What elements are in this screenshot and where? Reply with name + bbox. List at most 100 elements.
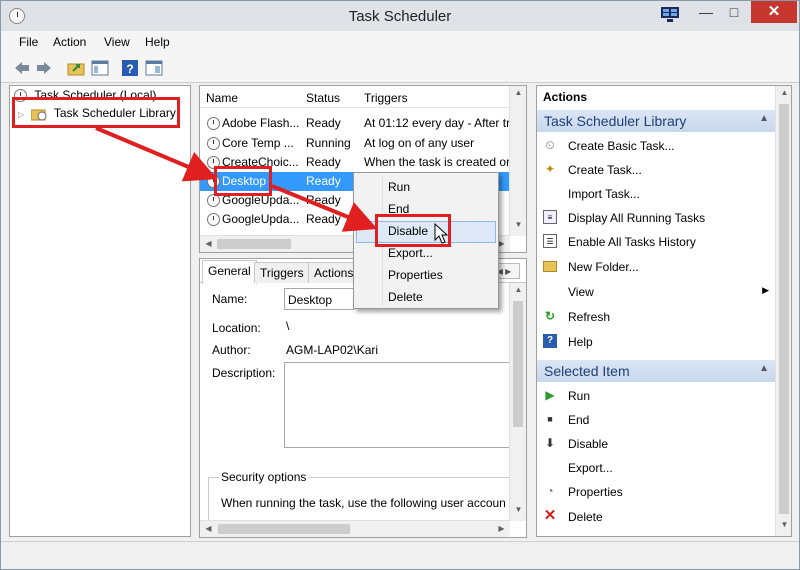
history-icon: ☰ [543, 234, 557, 248]
action-enable-history[interactable]: ☰ Enable All Tasks History [537, 230, 775, 254]
back-arrow-icon[interactable] [13, 60, 31, 76]
library-section-header[interactable]: Task Scheduler Library ▲ [537, 110, 775, 132]
task-row[interactable]: CreateChoic... Ready When the task is cr… [200, 153, 510, 172]
show-hide-tree-icon[interactable] [91, 60, 109, 76]
scroll-left-icon[interactable]: ◀ [200, 524, 217, 533]
action-run[interactable]: ▶ Run [537, 384, 775, 408]
task-row[interactable]: Adobe Flash... Ready At 01:12 every day … [200, 114, 510, 133]
action-label: Enable All Tasks History [568, 235, 696, 249]
action-create-task[interactable]: ✦ Create Task... [537, 158, 775, 182]
menu-file[interactable]: File [19, 35, 38, 49]
scroll-up-icon[interactable]: ▲ [510, 88, 526, 97]
menu-item-disable[interactable]: Disable [356, 221, 496, 243]
scroll-down-icon[interactable]: ▼ [776, 520, 791, 529]
action-label: Create Basic Task... [568, 139, 675, 153]
tab-general[interactable]: General [202, 260, 257, 284]
action-refresh[interactable]: ↻ Refresh [537, 305, 775, 329]
action-help[interactable]: ? Help [537, 330, 775, 354]
scroll-up-icon[interactable]: ▲ [510, 285, 526, 294]
task-status: Ready [306, 155, 341, 169]
show-hide-action-pane-icon[interactable] [145, 60, 163, 76]
action-import-task[interactable]: Import Task... [537, 182, 775, 206]
menu-item-properties[interactable]: Properties [356, 265, 496, 287]
action-create-basic-task[interactable]: ⏲ Create Basic Task... [537, 134, 775, 158]
action-label: View [568, 285, 594, 299]
close-button[interactable]: ✕ [751, 1, 797, 23]
scroll-down-icon[interactable]: ▼ [510, 220, 526, 229]
scroll-thumb[interactable] [779, 104, 789, 514]
scroll-right-icon[interactable]: ▶ [493, 524, 510, 533]
menu-item-delete[interactable]: Delete [356, 287, 496, 309]
scroll-thumb[interactable] [217, 239, 291, 249]
author-label: Author: [212, 343, 251, 357]
scroll-thumb[interactable] [218, 524, 350, 534]
security-options-group: Security options When running the task, … [208, 470, 510, 523]
task-trigger: At log on of any user [364, 136, 475, 150]
collapse-up-icon[interactable]: ▲ [759, 363, 769, 374]
location-label: Location: [212, 321, 261, 335]
menu-item-export[interactable]: Export... [356, 243, 496, 265]
task-name: Adobe Flash... [222, 116, 300, 130]
folder-clock-icon [30, 109, 46, 121]
action-view[interactable]: View ▶ [537, 280, 775, 304]
column-status[interactable]: Status [306, 91, 340, 105]
disable-icon: ⬇ [544, 436, 556, 450]
name-field[interactable]: Desktop [284, 288, 354, 310]
column-triggers[interactable]: Triggers [364, 91, 408, 105]
detail-horizontal-scrollbar[interactable]: ◀ ▶ [200, 520, 510, 537]
tree-item-root[interactable]: Task Scheduler (Local) [14, 88, 156, 108]
menu-action[interactable]: Action [53, 35, 86, 49]
scroll-down-icon[interactable]: ▼ [510, 505, 526, 514]
menu-view[interactable]: View [104, 35, 130, 49]
mouse-cursor-icon [434, 223, 449, 244]
task-list-vertical-scrollbar[interactable]: ▲ ▼ [509, 86, 526, 236]
expand-arrow-icon[interactable]: ▷ [18, 110, 24, 119]
action-properties[interactable]: ◔ Properties [537, 480, 775, 504]
detail-vertical-scrollbar[interactable]: ▲ ▼ [509, 283, 526, 521]
name-value: Desktop [288, 293, 333, 307]
task-icon [207, 137, 220, 150]
tab-triggers[interactable]: Triggers [254, 262, 310, 283]
collapse-up-icon[interactable]: ▲ [759, 113, 769, 124]
menu-item-run[interactable]: Run [356, 177, 496, 199]
action-label: Refresh [568, 310, 611, 324]
help-toolbar-icon[interactable]: ? [121, 60, 139, 76]
action-label: Delete [568, 510, 603, 524]
action-label: Help [568, 335, 593, 349]
scroll-up-icon[interactable]: ▲ [776, 88, 791, 97]
action-export[interactable]: Export... [537, 456, 775, 480]
task-status: Ready [306, 116, 341, 130]
task-trigger: When the task is created or [364, 155, 510, 169]
task-name: Desktop [222, 174, 267, 188]
menu-item-end[interactable]: End [356, 199, 496, 221]
description-label: Description: [212, 366, 276, 380]
up-folder-icon[interactable] [67, 60, 85, 76]
help-icon: ? [543, 334, 557, 348]
forward-arrow-icon[interactable] [35, 60, 53, 76]
description-field[interactable] [284, 362, 510, 448]
selected-section-title: Selected Item [544, 363, 630, 379]
task-name: Core Temp ... [222, 136, 294, 150]
action-end[interactable]: ■ End [537, 408, 775, 432]
tab-actions[interactable]: Actions [308, 262, 360, 283]
navigation-tree: Task Scheduler (Local) ▷ Task Scheduler … [9, 85, 191, 537]
action-display-running-tasks[interactable]: ≡ Display All Running Tasks [537, 206, 775, 230]
scroll-left-icon[interactable]: ◀ [200, 239, 217, 248]
name-label: Name: [212, 292, 248, 306]
action-label: Create Task... [568, 163, 642, 177]
menu-help[interactable]: Help [145, 35, 170, 49]
scroll-thumb[interactable] [513, 301, 523, 427]
action-delete[interactable]: ✕ Delete [537, 505, 775, 529]
column-name[interactable]: Name [206, 91, 238, 105]
tree-item-library[interactable]: ▷ Task Scheduler Library [18, 106, 176, 126]
action-new-folder[interactable]: New Folder... [537, 255, 775, 279]
maximize-button[interactable]: □ [719, 1, 749, 23]
task-row[interactable]: Core Temp ... Running At log on of any u… [200, 134, 510, 153]
selected-item-section-header[interactable]: Selected Item ▲ [537, 360, 775, 382]
actions-header: Actions [537, 86, 791, 108]
minimize-button[interactable]: — [691, 1, 721, 23]
actions-vertical-scrollbar[interactable]: ▲ ▼ [775, 86, 791, 536]
author-value: AGM-LAP02\Kari [286, 343, 379, 357]
task-scheduler-icon [14, 89, 27, 103]
action-disable[interactable]: ⬇ Disable [537, 432, 775, 456]
